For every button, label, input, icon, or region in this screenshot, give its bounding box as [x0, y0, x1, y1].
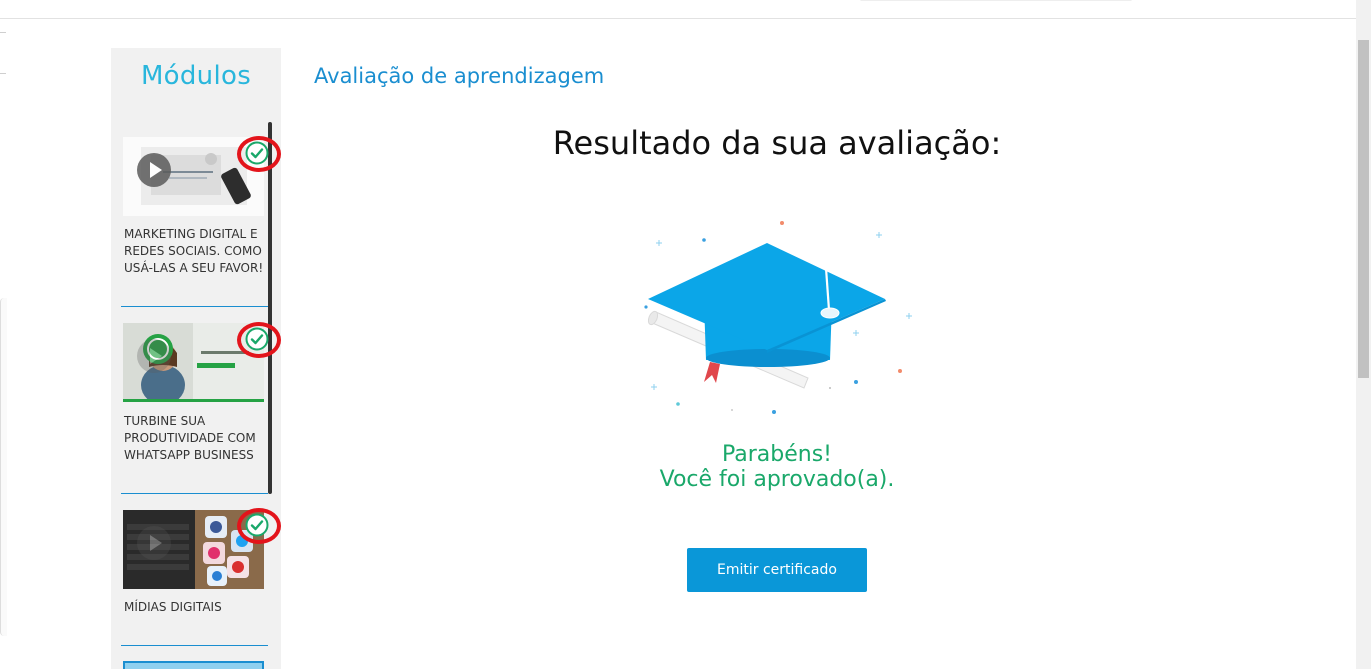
module-divider [121, 306, 268, 307]
page-scrollbar-thumb[interactable] [1358, 40, 1369, 378]
play-icon[interactable] [137, 339, 171, 373]
left-edge-panel [0, 298, 7, 636]
check-circle-icon [245, 141, 269, 165]
top-header [0, 0, 1356, 19]
result-title: Resultado da sua avaliação: [552, 124, 1002, 162]
header-search-stub[interactable] [860, 0, 1132, 1]
play-icon[interactable] [137, 153, 171, 187]
left-edge-tick [0, 32, 6, 33]
left-edge-tick [0, 73, 6, 74]
cap-shape [648, 243, 886, 367]
issue-certificate-button[interactable]: Emitir certificado [687, 548, 867, 592]
approval-line: Você foi aprovado(a). [659, 467, 895, 492]
check-circle-icon [245, 513, 269, 537]
module-title[interactable]: TURBINE SUA PRODUTIVIDADE COM WHATSAPP B… [124, 413, 264, 464]
graduation-cap-icon [644, 221, 912, 414]
page-title: Avaliação de aprendizagem [314, 64, 605, 88]
module-thumbnail[interactable] [123, 661, 264, 669]
completed-check [237, 322, 281, 358]
page-scrollbar[interactable] [1356, 0, 1371, 669]
module-title[interactable]: MARKETING DIGITAL E REDES SOCIAIS. COMO … [124, 226, 264, 277]
approval-message: Parabéns! Você foi aprovado(a). [560, 442, 994, 492]
module-divider [121, 493, 268, 494]
sidebar-scrollbar[interactable] [268, 122, 272, 494]
sidebar-title: Módulos [140, 61, 252, 91]
congrats-line: Parabéns! [721, 442, 832, 467]
completed-check [237, 136, 281, 172]
module-divider [121, 645, 268, 646]
completed-check [237, 508, 281, 544]
play-icon[interactable] [137, 526, 171, 560]
check-circle-icon [245, 327, 269, 351]
module-title[interactable]: MÍDIAS DIGITAIS [124, 599, 264, 616]
